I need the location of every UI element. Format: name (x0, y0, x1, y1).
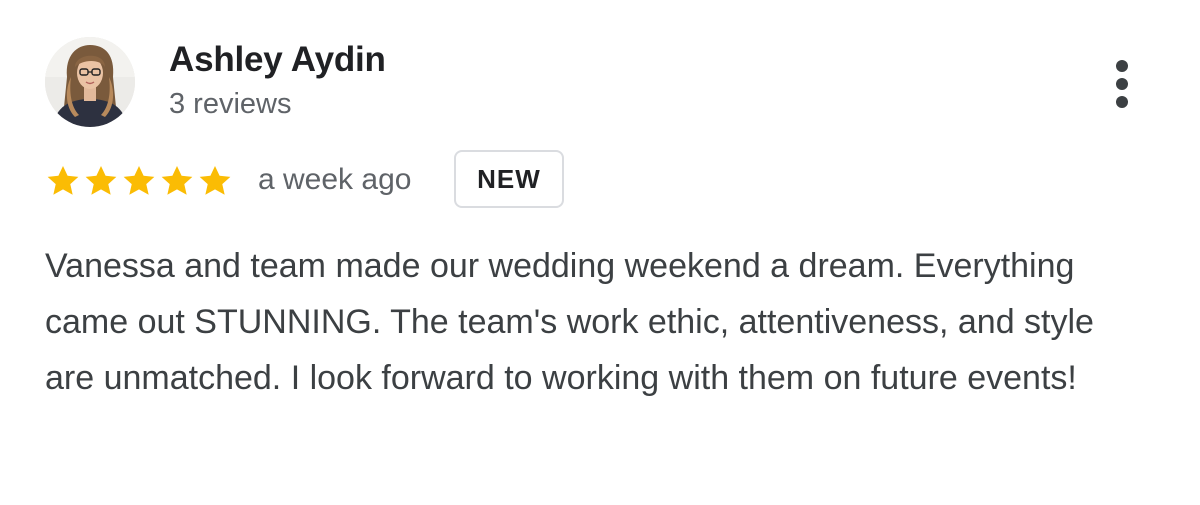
star-rating (44, 162, 234, 200)
avatar-image (45, 37, 135, 127)
star-icon (85, 165, 117, 195)
star-icon (199, 165, 231, 195)
review-text: Vanessa and team made our wedding weeken… (45, 247, 1094, 397)
review-time: a week ago (258, 163, 412, 196)
reviewer-name[interactable]: Ashley Aydin (169, 40, 386, 80)
more-vert-icon (1116, 60, 1128, 72)
star-icon (123, 165, 155, 195)
new-badge: NEW (454, 150, 564, 208)
more-options-button[interactable] (1100, 52, 1144, 116)
more-vert-icon-dot (1116, 78, 1128, 90)
review-count[interactable]: 3 reviews (169, 88, 292, 121)
avatar[interactable] (45, 37, 135, 127)
review-card: Ashley Aydin 3 reviews a week ago NEW Va… (0, 0, 1200, 505)
star-icon (161, 165, 193, 195)
star-icon (47, 165, 79, 195)
more-vert-icon-dot (1116, 96, 1128, 108)
